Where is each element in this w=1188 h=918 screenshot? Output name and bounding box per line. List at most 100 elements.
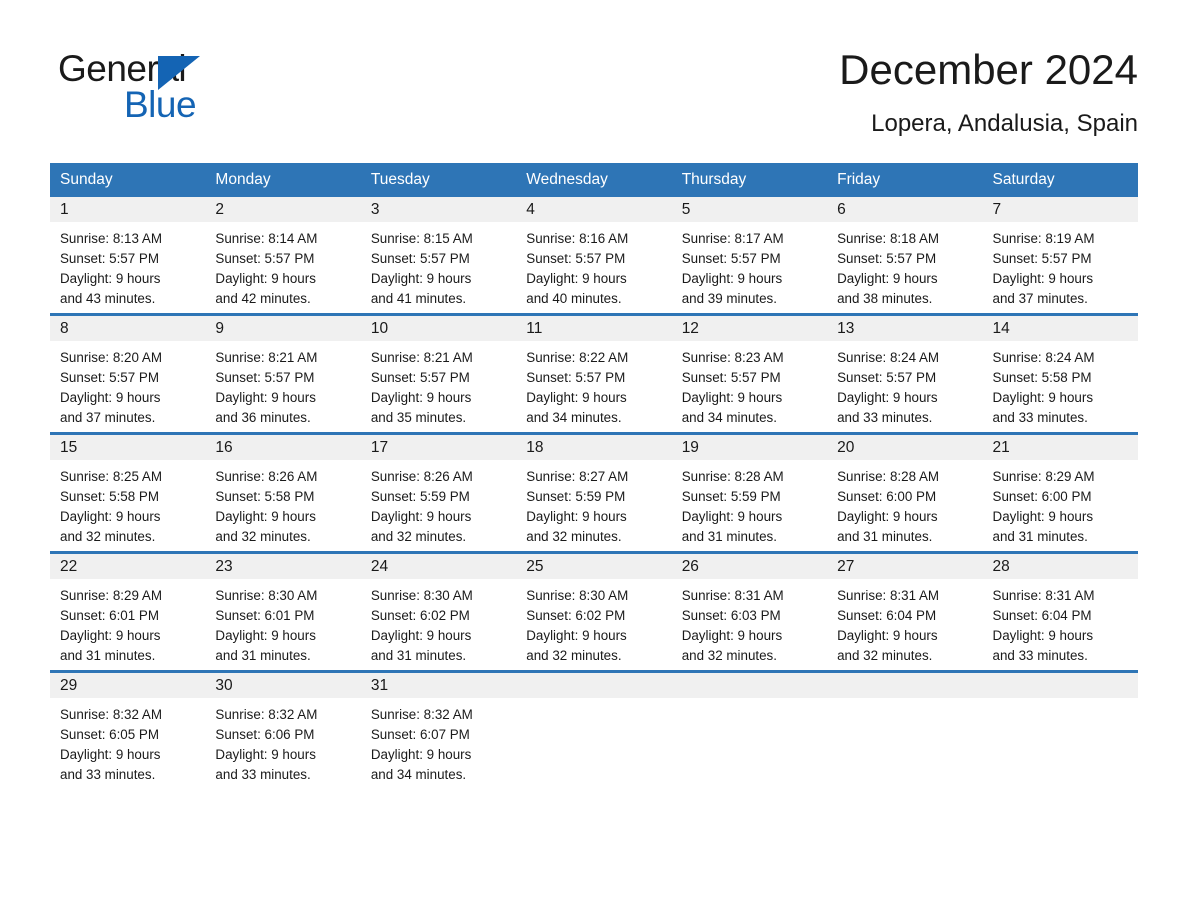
daylight-text-line2: and 32 minutes. <box>60 529 156 545</box>
calendar-day-cell[interactable]: 10 Sunrise: 8:21 AM Sunset: 5:57 PM Dayligh… <box>360 313 517 434</box>
calendar-day-cell[interactable]: 26 Sunrise: 8:31 AM Sunset: 6:03 PM Dayligh… <box>671 551 828 672</box>
day-number: 28 <box>982 554 1138 580</box>
sunrise-text: Sunrise: 8:19 AM <box>992 231 1095 247</box>
calendar-day-cell[interactable]: 3 Sunrise: 8:15 AM Sunset: 5:57 PM Daylight… <box>360 197 517 315</box>
daylight-text-line2: and 31 minutes. <box>370 648 467 664</box>
daylight-text-line1: Daylight: 9 hours <box>215 271 316 287</box>
calendar-day-cell[interactable]: 25 Sunrise: 8:30 AM Sunset: 6:02 PM Dayligh… <box>516 551 672 672</box>
calendar-day-cell[interactable]: 12 Sunrise: 8:23 AM Sunset: 5:57 PM Dayligh… <box>671 313 828 434</box>
calendar-day-cell[interactable]: 22 Sunrise: 8:29 AM Sunset: 6:01 PM Dayligh… <box>50 551 206 672</box>
calendar-day-cell[interactable]: 31 Sunrise: 8:32 AM Sunset: 6:07 PM Dayligh… <box>360 670 517 790</box>
weekday-header-friday: Friday <box>827 163 983 198</box>
day-number: 4 <box>516 197 672 223</box>
day-info: Sunrise: 8:29 AM Sunset: 6:01 PM Daylight:… <box>50 579 205 666</box>
daylight-text-line1: Daylight: 9 hours <box>526 271 627 287</box>
day-info: Sunrise: 8:21 AM Sunset: 5:57 PM Daylight:… <box>205 341 360 428</box>
daylight-text-line2: and 31 minutes. <box>837 529 933 545</box>
calendar-day-cell-empty <box>671 670 828 790</box>
weekday-header-row: Sunday Monday Tuesday Wednesday Thursday… <box>50 163 1138 198</box>
daylight-text-line1: Daylight: 9 hours <box>215 390 316 406</box>
sunset-text: Sunset: 5:57 PM <box>60 370 159 386</box>
daylight-text-line2: and 32 minutes. <box>370 529 467 545</box>
calendar-day-cell[interactable]: 14 Sunrise: 8:24 AM Sunset: 5:58 PM Dayligh… <box>982 313 1138 434</box>
daylight-text-line1: Daylight: 9 hours <box>60 271 161 287</box>
generalblue-logo[interactable]: General Blue <box>50 44 250 123</box>
calendar-day-cell[interactable]: 30 Sunrise: 8:32 AM Sunset: 6:06 PM Dayligh… <box>205 670 361 790</box>
calendar-container: Sunday Monday Tuesday Wednesday Thursday… <box>0 163 1188 790</box>
weekday-header-sunday: Sunday <box>50 163 206 198</box>
day-number <box>516 673 672 699</box>
calendar-day-cell[interactable]: 23 Sunrise: 8:30 AM Sunset: 6:01 PM Dayligh… <box>205 551 361 672</box>
weekday-header-thursday: Thursday <box>671 163 828 198</box>
calendar-day-cell[interactable]: 19 Sunrise: 8:28 AM Sunset: 5:59 PM Dayligh… <box>671 432 828 553</box>
calendar-day-cell[interactable]: 20 Sunrise: 8:28 AM Sunset: 6:00 PM Dayligh… <box>827 432 983 553</box>
sunset-text: Sunset: 6:06 PM <box>215 727 315 743</box>
calendar-week-row: 1 Sunrise: 8:13 AM Sunset: 5:57 PM Daylight… <box>50 197 1138 315</box>
sunset-text: Sunset: 5:57 PM <box>215 370 315 386</box>
sunrise-text: Sunrise: 8:21 AM <box>370 350 473 366</box>
daylight-text-line1: Daylight: 9 hours <box>992 271 1094 287</box>
calendar-day-cell[interactable]: 11 Sunrise: 8:22 AM Sunset: 5:57 PM Dayligh… <box>516 313 672 434</box>
calendar-day-cell[interactable]: 24 Sunrise: 8:30 AM Sunset: 6:02 PM Dayligh… <box>360 551 517 672</box>
day-info: Sunrise: 8:25 AM Sunset: 5:58 PM Daylight:… <box>50 460 205 547</box>
calendar-day-cell[interactable]: 18 Sunrise: 8:27 AM Sunset: 5:59 PM Dayligh… <box>516 432 672 553</box>
calendar-day-cell[interactable]: 4 Sunrise: 8:16 AM Sunset: 5:57 PM Daylight… <box>516 197 672 315</box>
daylight-text-line2: and 35 minutes. <box>370 410 467 426</box>
sunrise-text: Sunrise: 8:15 AM <box>370 231 473 247</box>
sunrise-text: Sunrise: 8:26 AM <box>370 469 473 485</box>
daylight-text-line1: Daylight: 9 hours <box>681 628 783 644</box>
page-header: General Blue December 2024 Lopera, Andal… <box>0 0 1188 137</box>
sunset-text: Sunset: 5:57 PM <box>837 370 937 386</box>
calendar-day-cell[interactable]: 6 Sunrise: 8:18 AM Sunset: 5:57 PM Daylight… <box>827 197 983 315</box>
calendar-day-cell[interactable]: 13 Sunrise: 8:24 AM Sunset: 5:57 PM Dayligh… <box>827 313 983 434</box>
calendar-day-cell[interactable]: 9 Sunrise: 8:21 AM Sunset: 5:57 PM Daylight… <box>205 313 361 434</box>
calendar-day-cell[interactable]: 28 Sunrise: 8:31 AM Sunset: 6:04 PM Dayligh… <box>982 551 1138 672</box>
sunrise-text: Sunrise: 8:13 AM <box>60 231 162 247</box>
day-number: 11 <box>516 316 672 342</box>
day-number: 3 <box>360 197 517 223</box>
calendar-day-cell[interactable]: 15 Sunrise: 8:25 AM Sunset: 5:58 PM Dayligh… <box>50 432 206 553</box>
calendar-day-cell[interactable]: 8 Sunrise: 8:20 AM Sunset: 5:57 PM Daylight… <box>50 313 206 434</box>
sunset-text: Sunset: 6:00 PM <box>837 489 937 505</box>
day-info: Sunrise: 8:32 AM Sunset: 6:07 PM Daylight:… <box>361 698 516 785</box>
calendar-day-cell[interactable]: 29 Sunrise: 8:32 AM Sunset: 6:05 PM Dayligh… <box>50 670 206 790</box>
calendar-day-cell[interactable]: 16 Sunrise: 8:26 AM Sunset: 5:58 PM Dayligh… <box>205 432 361 553</box>
calendar-day-cell[interactable]: 2 Sunrise: 8:14 AM Sunset: 5:57 PM Daylight… <box>205 197 361 315</box>
day-info: Sunrise: 8:22 AM Sunset: 5:57 PM Daylight:… <box>516 341 671 428</box>
day-number: 19 <box>671 435 828 461</box>
day-info: Sunrise: 8:31 AM Sunset: 6:04 PM Daylight:… <box>983 579 1138 666</box>
daylight-text-line2: and 33 minutes. <box>60 767 156 783</box>
day-number: 8 <box>50 316 206 342</box>
sunset-text: Sunset: 6:01 PM <box>215 608 315 624</box>
weekday-header-tuesday: Tuesday <box>360 163 517 198</box>
daylight-text-line2: and 34 minutes. <box>370 767 467 783</box>
calendar-day-cell[interactable]: 21 Sunrise: 8:29 AM Sunset: 6:00 PM Dayligh… <box>982 432 1138 553</box>
day-number: 29 <box>50 673 206 699</box>
sunrise-text: Sunrise: 8:14 AM <box>215 231 318 247</box>
daylight-text-line1: Daylight: 9 hours <box>370 628 472 644</box>
daylight-text-line2: and 33 minutes. <box>992 410 1088 426</box>
sunrise-text: Sunrise: 8:21 AM <box>215 350 318 366</box>
calendar-day-cell[interactable]: 17 Sunrise: 8:26 AM Sunset: 5:59 PM Dayligh… <box>360 432 517 553</box>
calendar-day-cell[interactable]: 7 Sunrise: 8:19 AM Sunset: 5:57 PM Daylight… <box>982 197 1138 315</box>
day-info: Sunrise: 8:28 AM Sunset: 6:00 PM Daylight:… <box>827 460 982 547</box>
daylight-text-line1: Daylight: 9 hours <box>837 509 938 525</box>
calendar-day-cell[interactable]: 5 Sunrise: 8:17 AM Sunset: 5:57 PM Daylight… <box>671 197 828 315</box>
calendar-day-cell[interactable]: 1 Sunrise: 8:13 AM Sunset: 5:57 PM Daylight… <box>50 197 206 315</box>
calendar-day-cell[interactable]: 27 Sunrise: 8:31 AM Sunset: 6:04 PM Dayligh… <box>827 551 983 672</box>
daylight-text-line2: and 32 minutes. <box>526 648 622 664</box>
calendar-day-cell-empty <box>982 670 1138 790</box>
day-number: 13 <box>827 316 983 342</box>
daylight-text-line1: Daylight: 9 hours <box>992 390 1094 406</box>
day-info: Sunrise: 8:21 AM Sunset: 5:57 PM Daylight:… <box>361 341 516 428</box>
sunset-text: Sunset: 6:00 PM <box>992 489 1092 505</box>
calendar-table: Sunday Monday Tuesday Wednesday Thursday… <box>50 163 1138 790</box>
daylight-text-line2: and 32 minutes. <box>526 529 622 545</box>
day-number: 7 <box>982 197 1138 223</box>
day-info: Sunrise: 8:30 AM Sunset: 6:02 PM Daylight:… <box>361 579 516 666</box>
day-info: Sunrise: 8:29 AM Sunset: 6:00 PM Daylight:… <box>983 460 1138 547</box>
sunset-text: Sunset: 6:03 PM <box>681 608 781 624</box>
sunrise-text: Sunrise: 8:24 AM <box>992 350 1095 366</box>
day-info: Sunrise: 8:27 AM Sunset: 5:59 PM Daylight:… <box>516 460 671 547</box>
sunrise-text: Sunrise: 8:28 AM <box>837 469 940 485</box>
